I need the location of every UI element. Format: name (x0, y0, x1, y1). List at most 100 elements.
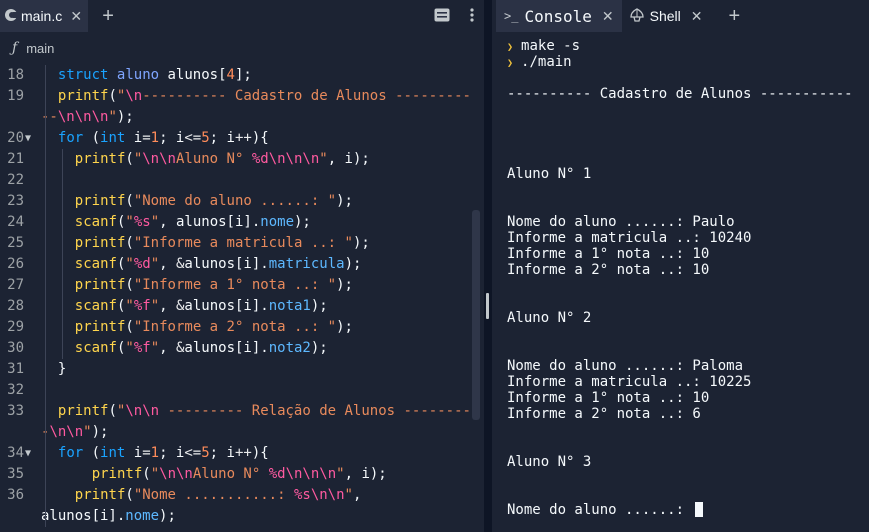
tab-console[interactable]: >_ Console ✕ (496, 0, 622, 32)
code-token: = (142, 445, 151, 461)
code-line[interactable]: 25 printf("Informe a matricula ..: "); (0, 233, 484, 254)
fold-chevron-icon[interactable]: ▼ (25, 443, 31, 464)
code-text: scanf("%f", &alunos[i].nota2); (75, 338, 328, 359)
code-token: scanf (74, 298, 117, 314)
code-token: %d (268, 466, 286, 482)
output-line: Informe a 2° nota ..: 10 (507, 262, 710, 278)
code-token: 1 (150, 130, 160, 146)
code-token: ); (116, 109, 134, 125)
code-line[interactable]: alunos[i].nome); (0, 506, 484, 527)
code-line[interactable]: 20 ▼ for (int i=1; i<=5; i++){ (0, 128, 484, 149)
code-line[interactable]: 31} (0, 359, 484, 380)
code-line[interactable]: 27 printf("Informe a 1° nota ..: "); (0, 275, 484, 296)
code-token: ---------- Cadastro de Alunos --------- (142, 88, 471, 104)
code-line[interactable]: 26 scanf("%d", &alunos[i].matricula); (0, 254, 484, 275)
code-line[interactable]: -\n\n"); (0, 422, 484, 443)
code-token: printf (74, 235, 126, 251)
code-token: , (159, 298, 176, 314)
code-line[interactable]: 23 printf("Nome do aluno ......: "); (0, 191, 484, 212)
code-text: printf("\n\nAluno N° %d\n\n\n", i); (75, 149, 370, 170)
code-token: alunos[i]. (184, 256, 269, 272)
indent-guide (45, 65, 46, 527)
code-line[interactable]: 34 ▼ for (int i=1; i<=5; i++){ (0, 443, 484, 464)
keyboard-icon[interactable] (434, 7, 450, 26)
plus-icon[interactable]: + (102, 6, 114, 26)
code-text: printf("Informe a 1° nota ..: "); (75, 275, 353, 296)
code-token: %s (133, 214, 151, 230)
fold-chevron-icon[interactable]: ▼ (25, 128, 31, 149)
code-token: " (125, 214, 134, 230)
code-token: %s (293, 487, 311, 503)
code-line[interactable]: 24 scanf("%s", alunos[i].nome); (0, 212, 484, 233)
code-token: nota2 (268, 340, 311, 356)
close-icon[interactable]: ✕ (70, 8, 82, 25)
code-line[interactable]: 19 printf("\n---------- Cadastro de Aluno… (0, 86, 484, 107)
code-line[interactable]: 21 printf("\n\nAluno N° %d\n\n\n", i); (0, 149, 484, 170)
output-line: Aluno N° 2 (507, 310, 592, 326)
more-vertical-icon[interactable] (470, 7, 474, 26)
code-token: " (108, 109, 117, 125)
resize-handle[interactable] (486, 293, 489, 319)
output-line: Informe a 1° nota ..: 10 (507, 246, 710, 262)
plus-icon[interactable]: + (729, 6, 741, 26)
code-token: ( (125, 193, 134, 209)
code-token: " (150, 214, 160, 230)
code-token: ( (142, 466, 151, 482)
code-line[interactable]: 33 printf("\n\n --------- Relação de Alun… (0, 401, 484, 422)
code-line[interactable]: 30 scanf("%f", &alunos[i].nota2); (0, 338, 484, 359)
code-token: "Informe a 1° nota ..: " (133, 277, 337, 293)
code-token: ; i (209, 445, 235, 461)
code-token: for (57, 445, 84, 461)
code-token: printf (57, 88, 109, 104)
code-line[interactable]: 18 struct aluno alunos[4]; (0, 65, 484, 86)
code-token: ( (125, 151, 134, 167)
code-token: , alunos[i]. (159, 214, 261, 230)
line-number: 30 (7, 340, 24, 356)
code-token: Aluno N° (175, 151, 252, 167)
code-token: \n\n (310, 487, 345, 503)
code-token: int (100, 130, 126, 146)
code-token: ( (125, 319, 134, 335)
code-line[interactable]: --\n\n\n"); (0, 107, 484, 128)
tab-shell[interactable]: Shell ✕ (622, 0, 711, 32)
code-line[interactable]: 22 (0, 170, 484, 191)
tab-console-label: Console (524, 6, 592, 26)
code-text: for (int i=1; i<=5; i++){ (58, 443, 269, 464)
line-number: 27 (7, 277, 24, 293)
code-line[interactable]: 29 printf("Informe a 2° nota ..: "); (0, 317, 484, 338)
line-number: 34 (7, 445, 24, 461)
code-token: " (150, 340, 160, 356)
code-line[interactable]: 28 scanf("%f", &alunos[i].nota1); (0, 296, 484, 317)
console-tabbar: >_ Console ✕ Shell ✕ + (492, 0, 869, 32)
code-token: , (159, 340, 176, 356)
code-text: printf("Nome ...........: %s\n\n", (75, 485, 362, 506)
code-text: printf("Informe a matricula ..: "); (75, 233, 370, 254)
code-text: struct aluno alunos[4]; (58, 65, 252, 86)
code-line[interactable]: 36 printf("Nome ...........: %s\n\n", (0, 485, 484, 506)
code-text: printf("\n\n --------- Relação de Alunos… (58, 401, 471, 422)
command-line: ❯ ./main (507, 54, 572, 72)
line-number: 24 (7, 214, 24, 230)
code-token: ); (310, 340, 328, 356)
code-token: ]; (234, 67, 252, 83)
code-token: Aluno N° (192, 466, 269, 482)
tab-main-c[interactable]: main.c ✕ (0, 0, 89, 32)
console-input-line[interactable]: Nome do aluno ......: (507, 502, 704, 518)
code-text: scanf("%d", &alunos[i].matricula); (75, 254, 362, 275)
code-text: printf("Nome do aluno ......: "); (75, 191, 353, 212)
tab-shell-label: Shell (649, 8, 681, 24)
code-token: ); (336, 319, 353, 335)
code-token: , (159, 256, 176, 272)
close-icon[interactable]: ✕ (602, 8, 614, 25)
editor-scrollbar[interactable] (472, 210, 480, 420)
code-token: alunos[i]. (184, 340, 269, 356)
code-text: printf("Informe a 2° nota ..: "); (75, 317, 353, 338)
pane-divider[interactable] (484, 0, 492, 532)
line-number: 26 (7, 256, 24, 272)
breadcrumb[interactable]: ƒ main (0, 36, 484, 60)
code-line[interactable]: 35 printf("\n\nAluno N° %d\n\n\n", i); (0, 464, 484, 485)
code-line[interactable]: 32 (0, 380, 484, 401)
code-text: for (int i=1; i<=5; i++){ (58, 128, 269, 149)
close-icon[interactable]: ✕ (691, 8, 703, 25)
